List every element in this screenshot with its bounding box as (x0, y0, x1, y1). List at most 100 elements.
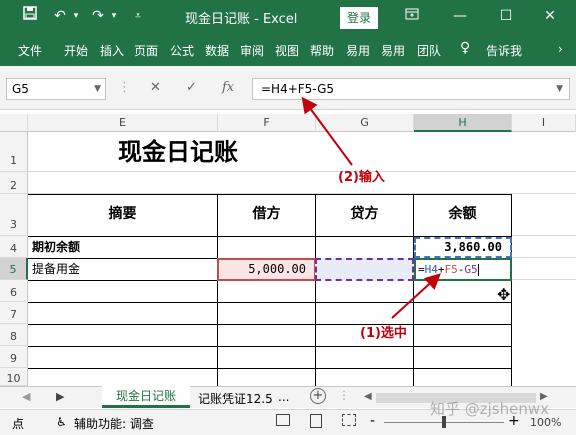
table-border (28, 346, 512, 347)
more-options-icon: ⋮ (118, 80, 131, 95)
row-header-3[interactable]: 3 (0, 194, 28, 236)
close-icon[interactable]: ✕ (540, 6, 560, 26)
formula-input[interactable]: =H4+F5-G5 ▼ (252, 78, 570, 100)
header-debit[interactable]: 借方 (218, 204, 315, 224)
save-icon[interactable] (20, 6, 40, 26)
scroll-left-icon[interactable]: ◀ (22, 390, 30, 403)
table-border (511, 194, 512, 386)
text-cursor (477, 264, 479, 276)
undo-dropdown-icon[interactable]: ▾ (70, 6, 82, 26)
undo-icon[interactable]: ↶ (50, 6, 70, 26)
formula-part-h4: H4 (424, 263, 438, 276)
tab-easy-use-2[interactable]: 易用 (381, 42, 405, 59)
gridline (512, 279, 576, 280)
cursor-cross-icon: ✥ (497, 285, 511, 304)
row-header-1[interactable]: 1 (0, 132, 28, 172)
status-mode: 点 (12, 417, 25, 431)
sheet-tab-voucher[interactable]: 记账凭证12.5 (198, 390, 272, 407)
header-credit[interactable]: 贷方 (316, 204, 413, 224)
customize-icon[interactable]: ⩡ (128, 6, 148, 26)
hscroll-left-icon[interactable]: ◀ (364, 391, 372, 402)
formula-part-plus: + (437, 263, 445, 276)
tab-page-layout[interactable]: 页面 (134, 42, 158, 59)
insert-function-icon[interactable]: fx (222, 80, 234, 95)
add-sheet-icon[interactable]: + (310, 388, 326, 404)
table-border (28, 302, 512, 303)
chevron-down-icon[interactable]: ▼ (94, 79, 101, 99)
ribbon-scroll-right-icon[interactable]: › (558, 42, 563, 56)
column-header-g[interactable]: G (316, 114, 414, 132)
normal-view-icon[interactable] (276, 414, 290, 426)
tab-file[interactable]: 文件 (18, 42, 42, 59)
login-button[interactable]: 登录 (340, 7, 378, 29)
expand-formula-icon[interactable]: ▼ (556, 79, 563, 99)
gridline (512, 235, 576, 236)
select-all-corner[interactable] (0, 114, 28, 132)
row5-credit[interactable] (315, 258, 414, 281)
tab-data[interactable]: 数据 (205, 42, 229, 59)
tab-formulas[interactable]: 公式 (170, 42, 194, 59)
table-border (28, 194, 512, 195)
column-header-f[interactable]: F (218, 114, 316, 132)
tab-team[interactable]: 团队 (417, 42, 441, 59)
row-header-2[interactable]: 2 (0, 172, 28, 194)
row-header-10[interactable]: 10 (0, 368, 28, 386)
row5-debit[interactable]: 5,000.00 (217, 258, 316, 281)
formula-part-g5: G5 (464, 263, 478, 276)
page-layout-view-icon[interactable] (310, 414, 322, 428)
gridline (512, 257, 576, 258)
annotation-select: (1)选中 (360, 326, 407, 341)
page-break-view-icon[interactable] (342, 414, 356, 426)
redo-icon[interactable]: ↷ (88, 6, 108, 26)
zoom-out-button[interactable]: - (370, 413, 375, 429)
accessibility-icon[interactable]: ♿ (56, 415, 67, 429)
sheet-title[interactable]: 现金日记账 (118, 136, 238, 168)
maximize-icon[interactable]: ☐ (496, 6, 516, 26)
minimize-icon[interactable]: — (450, 6, 470, 26)
row4-summary[interactable]: 期初余额 (32, 237, 216, 257)
column-header-e[interactable]: E (28, 114, 218, 132)
sheet-tab-active[interactable]: 现金日记账 (102, 386, 190, 408)
enter-icon[interactable]: ✓ (186, 80, 197, 95)
tab-divider-icon[interactable]: ⋮ (338, 388, 350, 402)
accessibility-status[interactable]: 辅助功能: 调查 (74, 415, 154, 432)
cancel-icon[interactable]: ✕ (150, 80, 161, 95)
lightbulb-icon: ♀ (460, 40, 471, 56)
row5-balance-editing[interactable]: =H4+F5-G5 (414, 258, 512, 281)
formula-part-equals: = (418, 263, 425, 276)
window-title: 现金日记账 - Excel (185, 12, 298, 27)
title-bar: ↶ ▾ ↷ ▾ ⩡ 现金日记账 - Excel 登录 — ☐ ✕ (0, 0, 576, 36)
column-header-h[interactable]: H (414, 114, 512, 132)
row-header-8[interactable]: 8 (0, 324, 28, 346)
row-header-9[interactable]: 9 (0, 346, 28, 368)
ribbon-tabs: 文件 开始 插入 页面 公式 数据 审阅 视图 帮助 易用 易用 团队 ♀ 告诉… (0, 36, 576, 66)
tab-easy-use-1[interactable]: 易用 (346, 42, 370, 59)
row5-summary[interactable]: 提备用金 (32, 259, 216, 279)
row-header-7[interactable]: 7 (0, 302, 28, 324)
tab-view[interactable]: 视图 (275, 42, 299, 59)
tell-me-search[interactable]: 告诉我 (486, 42, 522, 59)
gridline (28, 171, 576, 172)
ribbon-display-icon[interactable] (402, 6, 422, 26)
row-header-4[interactable]: 4 (0, 236, 28, 258)
redo-dropdown-icon[interactable]: ▾ (108, 6, 120, 26)
tab-home[interactable]: 开始 (64, 42, 88, 59)
row4-balance[interactable]: 3,860.00 (414, 237, 512, 258)
tab-help[interactable]: 帮助 (310, 42, 334, 59)
table-border (28, 324, 512, 325)
formula-text: =H4+F5-G5 (261, 82, 335, 96)
tab-review[interactable]: 审阅 (240, 42, 264, 59)
row-header-6[interactable]: 6 (0, 280, 28, 302)
row-header-5[interactable]: 5 (0, 258, 28, 280)
column-header-i[interactable]: I (512, 114, 576, 132)
scroll-right-icon[interactable]: ▶ (56, 390, 64, 403)
header-balance[interactable]: 余额 (414, 204, 511, 224)
watermark: 知乎 @zjshenwx (430, 400, 550, 418)
more-sheets-icon[interactable]: ... (278, 390, 289, 404)
header-summary[interactable]: 摘要 (28, 204, 217, 224)
name-box[interactable]: G5 ▼ (6, 78, 106, 100)
tab-insert[interactable]: 插入 (100, 42, 124, 59)
name-box-value: G5 (12, 82, 29, 96)
table-border (28, 368, 512, 369)
formula-bar: G5 ▼ ⋮ ✕ ✓ fx =H4+F5-G5 ▼ (0, 66, 576, 110)
